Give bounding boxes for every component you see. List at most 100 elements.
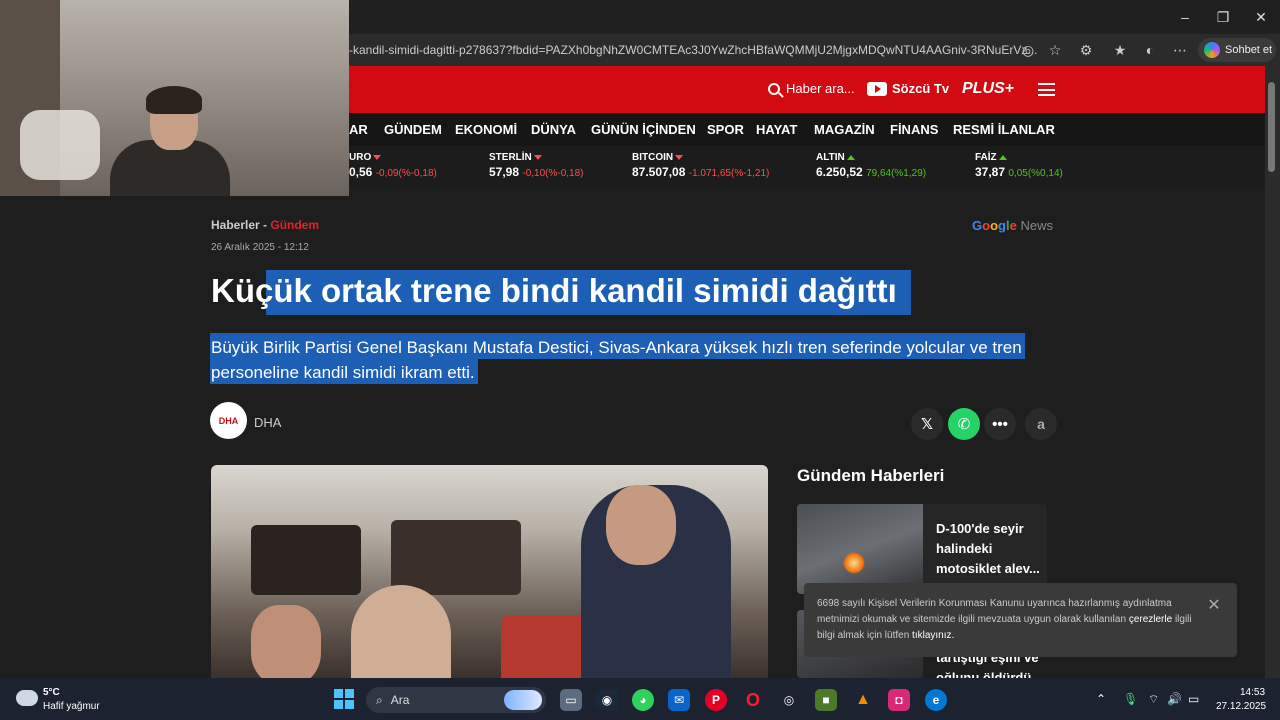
ticker-value: 0,56 xyxy=(349,165,373,179)
ticker-euro[interactable]: URO 0,56 -0,09(%-0,18) xyxy=(349,152,437,179)
font-size-icon[interactable]: a xyxy=(1025,408,1057,440)
task-view-icon[interactable]: ▭ xyxy=(560,689,582,711)
favorite-star-icon[interactable]: ☆ xyxy=(1043,38,1067,62)
ticker-name: STERLİN xyxy=(489,152,532,163)
plus-link[interactable]: PLUS+ xyxy=(962,80,1014,98)
ticker-sterlin[interactable]: STERLİN 57,98 -0,10(%-0,18) xyxy=(489,152,584,179)
cookie-link-2[interactable]: tıklayınız. xyxy=(912,630,954,641)
x-share-icon[interactable]: 𝕏 xyxy=(911,408,943,440)
publish-date: 26 Aralık 2025 - 12:12 xyxy=(211,242,309,253)
nav-item-euro-cut[interactable]: AR xyxy=(349,122,368,137)
ticker-change: -0,10(%-0,18) xyxy=(522,168,584,179)
minimize-button[interactable]: – xyxy=(1166,0,1204,34)
ticker-value: 57,98 xyxy=(489,165,520,179)
favorites-icon[interactable]: ★ xyxy=(1108,38,1132,62)
copilot-chat-button[interactable]: Sohbet et xyxy=(1198,38,1276,62)
close-icon[interactable]: ✕ xyxy=(1205,596,1223,614)
steam-icon[interactable]: ◉ xyxy=(596,689,618,711)
nav-item-ekonomi[interactable]: EKONOMİ xyxy=(455,122,517,137)
ticker-faiz[interactable]: FAİZ 37,87 0,05(%0,14) xyxy=(975,152,1063,179)
maximize-button[interactable]: ❐ xyxy=(1204,0,1242,34)
extensions-icon[interactable]: ⚙ xyxy=(1074,38,1098,62)
close-window-button[interactable]: ✕ xyxy=(1242,0,1280,34)
start-button[interactable] xyxy=(334,689,354,709)
breadcrumb-home[interactable]: Haberler xyxy=(211,218,260,232)
microphone-icon[interactable]: 🎙 xyxy=(1123,692,1138,706)
scrollbar-thumb[interactable] xyxy=(1268,82,1275,172)
volume-icon[interactable]: 🔊 xyxy=(1167,692,1182,706)
more-menu-icon[interactable]: ⋯ xyxy=(1168,38,1192,62)
nav-item-spor[interactable]: SPOR xyxy=(707,122,744,137)
search-icon: ⌕ xyxy=(376,692,383,707)
clock-time[interactable]: 14:53 xyxy=(1240,687,1265,698)
source-name[interactable]: DHA xyxy=(254,415,281,430)
cookie-link[interactable]: çerezlerle xyxy=(1129,614,1172,625)
tray-chevron-icon[interactable]: ⌃ xyxy=(1096,692,1106,706)
duolingo-icon[interactable]: ◕ xyxy=(632,689,654,711)
opera-icon[interactable]: O xyxy=(742,689,764,711)
nav-item-gunun-icinden[interactable]: GÜNÜN İÇİNDEN xyxy=(591,122,696,137)
article-lead: Büyük Birlik Partisi Genel Başkanı Musta… xyxy=(211,338,1022,382)
screen: – ❐ ✕ -kandil-simidi-dagitti-p278637?fbd… xyxy=(0,0,1280,720)
cookie-text: 6698 sayılı Kişisel Verilerin Korunması … xyxy=(817,598,1172,625)
vlc-icon[interactable]: ▲ xyxy=(852,689,874,711)
tv-label: Sözcü Tv xyxy=(892,81,950,96)
webcam-person-hair xyxy=(146,86,202,114)
breadcrumb: Haberler - Gündem xyxy=(211,218,319,232)
address-bar[interactable]: -kandil-simidi-dagitti-p278637?fbdid=PAZ… xyxy=(349,38,1069,62)
clock-date[interactable]: 27.12.2025 xyxy=(1216,701,1266,712)
ticker-change: 0,05(%0,14) xyxy=(1008,168,1063,179)
pinterest-icon[interactable]: P xyxy=(705,689,727,711)
weather-temp[interactable]: 5°C xyxy=(43,687,60,698)
source-logo[interactable]: DHA xyxy=(210,402,247,439)
sozcu-tv-link[interactable]: Sözcü Tv xyxy=(867,81,949,96)
profile-icon[interactable]: ◐ xyxy=(1138,38,1162,62)
minecraft-icon[interactable]: ■ xyxy=(815,689,837,711)
chrome-icon[interactable]: ◎ xyxy=(778,689,800,711)
nav-item-gundem[interactable]: GÜNDEM xyxy=(384,122,442,137)
up-arrow-icon xyxy=(846,155,855,160)
ticker-name: BITCOIN xyxy=(632,152,674,163)
battery-icon[interactable]: ▭ xyxy=(1188,692,1199,706)
article-title: Küçük ortak trene bindi kandil simidi da… xyxy=(211,272,897,309)
breadcrumb-category[interactable]: Gündem xyxy=(270,218,319,232)
mail-icon[interactable]: ✉ xyxy=(668,689,690,711)
hamburger-menu-icon[interactable] xyxy=(1038,83,1055,96)
edge-icon[interactable]: e xyxy=(925,689,947,711)
photo-passenger xyxy=(251,605,321,678)
photo-politician-head xyxy=(606,485,676,565)
ticker-altin[interactable]: ALTIN 6.250,52 79,64(%1,29) xyxy=(816,152,926,179)
weather-icon[interactable] xyxy=(16,690,38,706)
copilot-icon xyxy=(1204,42,1220,58)
ticker-bitcoin[interactable]: BITCOIN 87.507,08 -1.071,65(%-1,21) xyxy=(632,152,769,179)
whatsapp-share-icon[interactable]: ✆ xyxy=(948,408,980,440)
ticker-name: FAİZ xyxy=(975,152,997,163)
ticker-change: -0,09(%-0,18) xyxy=(375,168,437,179)
taskbar-search[interactable]: ⌕ Ara xyxy=(366,687,546,713)
chat-label: Sohbet et xyxy=(1225,44,1273,56)
nav-item-hayat[interactable]: HAYAT xyxy=(756,122,797,137)
sidebar-title: Gündem Haberleri xyxy=(797,466,945,485)
ticker-change: 79,64(%1,29) xyxy=(866,168,927,179)
nav-item-finans[interactable]: FİNANS xyxy=(890,122,938,137)
fire-graphic xyxy=(843,552,865,574)
article-photo[interactable] xyxy=(211,465,768,678)
nav-item-resmi-ilanlar[interactable]: RESMİ İLANLAR xyxy=(953,122,1055,137)
photo-window xyxy=(391,520,521,595)
down-arrow-icon xyxy=(533,155,542,160)
wifi-icon[interactable]: ⌔ xyxy=(1148,692,1159,707)
more-share-icon[interactable]: ••• xyxy=(984,408,1016,440)
google-news-link[interactable]: Google News xyxy=(972,218,1053,233)
ticker-name: ALTIN xyxy=(816,152,845,163)
site-search[interactable]: Haber ara... xyxy=(768,81,855,96)
instagram-icon[interactable]: ◘ xyxy=(888,689,910,711)
photo-window xyxy=(251,525,361,595)
nav-item-dunya[interactable]: DÜNYA xyxy=(531,122,576,137)
up-arrow-icon xyxy=(998,155,1007,160)
nav-item-magazin[interactable]: MAGAZİN xyxy=(814,122,875,137)
weather-desc[interactable]: Hafif yağmur xyxy=(43,701,100,712)
sidebar-news-headline[interactable]: D-100'de seyir halindeki motosiklet alev… xyxy=(936,519,1051,579)
search-label: Haber ara... xyxy=(786,81,855,96)
reader-icon[interactable]: ◎ xyxy=(1016,38,1040,62)
google-news-label: News xyxy=(1020,218,1053,233)
